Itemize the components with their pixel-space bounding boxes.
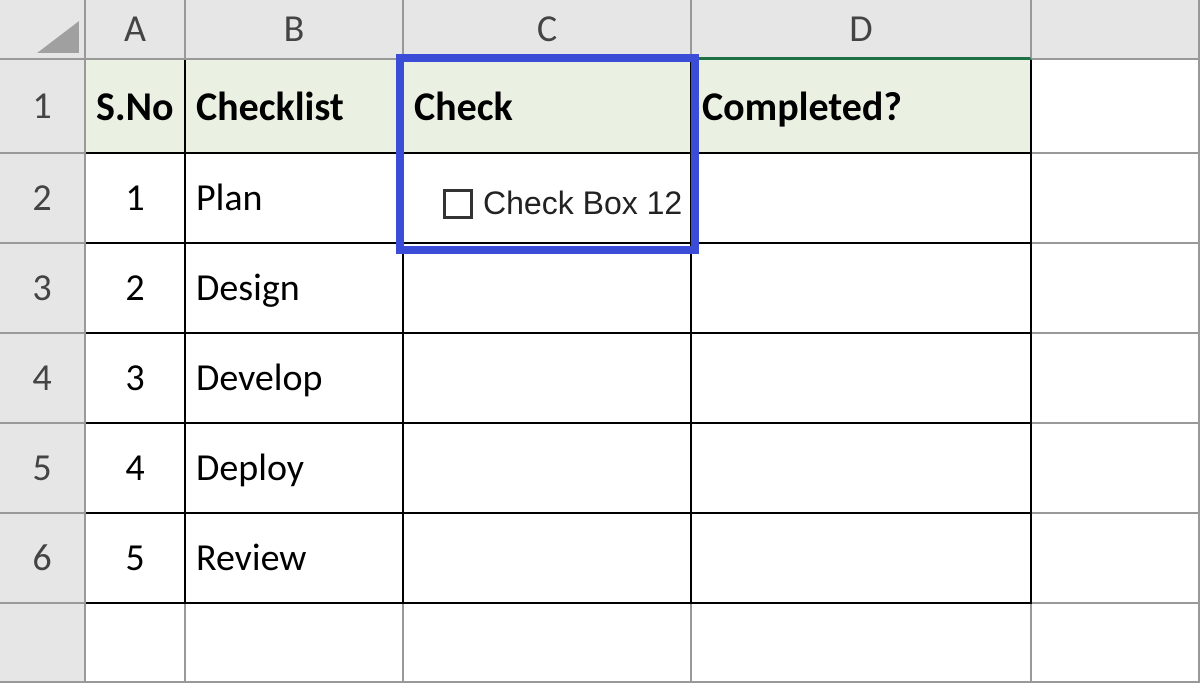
checkbox-control[interactable]: Check Box 12: [443, 185, 682, 222]
cell-A2[interactable]: 1: [86, 154, 186, 244]
cell-E7[interactable]: [1032, 604, 1200, 683]
cell-C7[interactable]: [404, 604, 692, 683]
cell-B7[interactable]: [186, 604, 404, 683]
cell-C6[interactable]: [404, 514, 692, 604]
select-all-corner[interactable]: [0, 0, 86, 60]
cell-A7[interactable]: [86, 604, 186, 683]
cell-E4[interactable]: [1032, 334, 1200, 424]
cell-D5[interactable]: [692, 424, 1032, 514]
cell-C4[interactable]: [404, 334, 692, 424]
checkbox-label: Check Box 12: [483, 185, 682, 222]
row-header-5[interactable]: 5: [0, 424, 86, 514]
col-header-C[interactable]: C: [404, 0, 692, 60]
cell-D3[interactable]: [692, 244, 1032, 334]
cell-A4[interactable]: 3: [86, 334, 186, 424]
col-header-A[interactable]: A: [86, 0, 186, 60]
row-header-1[interactable]: 1: [0, 60, 86, 154]
cell-D4[interactable]: [692, 334, 1032, 424]
cell-A5[interactable]: 4: [86, 424, 186, 514]
row-header-4[interactable]: 4: [0, 334, 86, 424]
cell-B1[interactable]: Checklist: [186, 60, 404, 154]
cell-B2[interactable]: Plan: [186, 154, 404, 244]
cell-E5[interactable]: [1032, 424, 1200, 514]
cell-A1[interactable]: S.No: [86, 60, 186, 154]
col-header-E[interactable]: [1032, 0, 1200, 60]
row-header-6[interactable]: 6: [0, 514, 86, 604]
cell-A3[interactable]: 2: [86, 244, 186, 334]
cell-B3[interactable]: Design: [186, 244, 404, 334]
cell-E6[interactable]: [1032, 514, 1200, 604]
cell-B6[interactable]: Review: [186, 514, 404, 604]
row-header-7[interactable]: [0, 604, 86, 683]
cell-E2[interactable]: [1032, 154, 1200, 244]
cell-D6[interactable]: [692, 514, 1032, 604]
cell-D2[interactable]: [692, 154, 1032, 244]
cell-C1[interactable]: Check: [404, 60, 692, 154]
cell-A6[interactable]: 5: [86, 514, 186, 604]
cell-B4[interactable]: Develop: [186, 334, 404, 424]
row-header-2[interactable]: 2: [0, 154, 86, 244]
cell-E1[interactable]: [1032, 60, 1200, 154]
col-header-B[interactable]: B: [186, 0, 404, 60]
cell-C3[interactable]: [404, 244, 692, 334]
cell-E3[interactable]: [1032, 244, 1200, 334]
cell-C5[interactable]: [404, 424, 692, 514]
cell-D1[interactable]: Completed?: [692, 60, 1032, 154]
row-header-3[interactable]: 3: [0, 244, 86, 334]
spreadsheet-grid: A B C D 1 S.No Checklist Check Completed…: [0, 0, 1200, 683]
cell-D7[interactable]: [692, 604, 1032, 683]
cell-B5[interactable]: Deploy: [186, 424, 404, 514]
checkbox-icon[interactable]: [443, 189, 473, 219]
col-header-D[interactable]: D: [692, 0, 1032, 60]
